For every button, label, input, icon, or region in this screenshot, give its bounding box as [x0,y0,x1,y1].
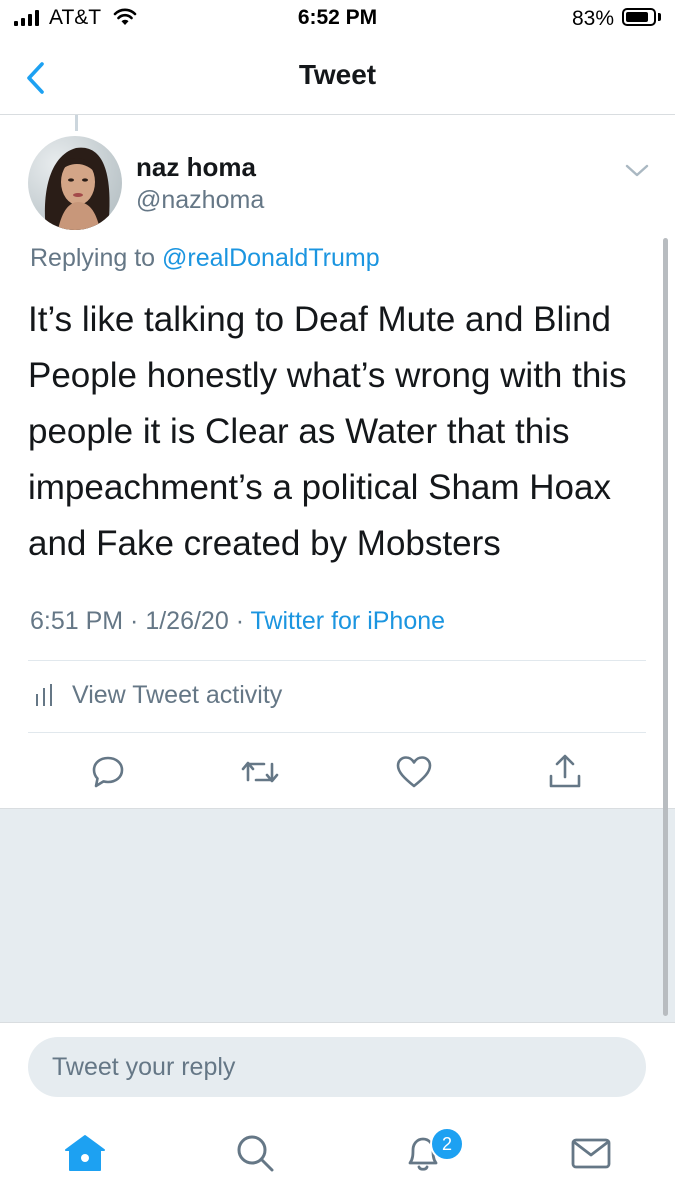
tweet-metadata: 6:51 PM · 1/26/20 · Twitter for iPhone [30,607,445,636]
share-icon[interactable] [545,752,585,792]
reply-bar [0,1022,675,1113]
author-name[interactable]: naz homa [136,152,256,183]
reply-icon[interactable] [88,752,128,792]
thread-connector [75,115,78,131]
divider [28,660,646,661]
nav-bar: Tweet [0,38,675,115]
tweet-text: It’s like talking to Deaf Mute and Blind… [28,300,627,563]
tab-bar [0,1112,675,1200]
status-bar: AT&T 6:52 PM 83% [0,0,675,38]
author-handle[interactable]: @nazhoma [136,186,264,215]
notification-badge: 2 [430,1127,464,1161]
battery-tip [658,13,661,21]
tweet-source-link[interactable]: Twitter for iPhone [251,607,446,635]
replies-area [0,808,675,1023]
battery-icon [622,8,656,26]
replying-prefix: Replying to [30,244,163,272]
battery-fill [626,12,648,22]
divider [28,732,646,733]
meta-separator: · [228,607,251,635]
reply-input[interactable] [28,1037,646,1097]
replying-to-link[interactable]: @realDonaldTrump [162,244,380,272]
tweet-date: 1/26/20 [145,607,229,635]
scrollbar[interactable] [663,238,668,1016]
bar-chart-icon [36,684,52,706]
tweet-time: 6:51 PM [30,607,124,635]
view-tweet-activity-button[interactable]: View Tweet activity [28,665,428,725]
view-tweet-activity-label: View Tweet activity [72,680,283,709]
meta-separator: · [123,607,146,635]
retweet-icon[interactable] [240,752,280,792]
messages-icon[interactable] [568,1130,614,1176]
avatar[interactable] [28,136,122,230]
page-title: Tweet [298,59,377,90]
replying-to: Replying to @realDonaldTrump [30,244,380,273]
tweet-actions [0,752,675,796]
chevron-down-icon[interactable] [622,158,652,182]
battery-percent: 83% [572,7,615,30]
like-icon[interactable] [394,752,434,792]
home-icon[interactable] [62,1130,108,1176]
search-icon[interactable] [232,1130,278,1176]
